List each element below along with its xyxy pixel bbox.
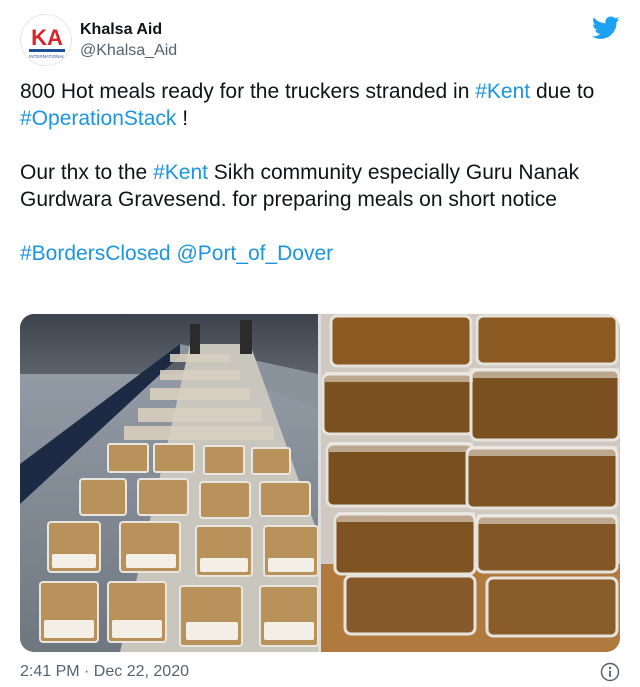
mention-port-of-dover[interactable]: @Port_of_Dover	[176, 242, 333, 265]
hashtag-bordersclosed[interactable]: #BordersClosed	[20, 242, 171, 265]
avatar[interactable]: KA INTERNATIONAL	[20, 14, 72, 66]
tweet-paragraph-2: Our thx to the #Kent Sikh community espe…	[20, 159, 620, 213]
handle[interactable]: @Khalsa_Aid	[80, 40, 177, 62]
text-segment: !	[176, 107, 189, 130]
tweet-header: KA INTERNATIONAL Khalsa Aid @Khalsa_Aid	[20, 14, 620, 66]
timestamp[interactable]: 2:41 PM · Dec 22, 2020	[20, 663, 189, 680]
hashtag-kent[interactable]: #Kent	[153, 161, 208, 184]
photo-stacked-containers[interactable]	[321, 314, 620, 652]
tweet-media	[20, 314, 620, 652]
author-names: Khalsa Aid @Khalsa_Aid	[80, 20, 177, 62]
khalsa-aid-logo: KA INTERNATIONAL	[21, 15, 71, 65]
avatar-letter-k: KA	[31, 25, 63, 50]
avatar-subtext: INTERNATIONAL	[29, 54, 65, 59]
tweet-paragraph-3: #BordersClosed @Port_of_Dover	[20, 240, 620, 267]
hashtag-kent[interactable]: #Kent	[475, 80, 530, 103]
display-name[interactable]: Khalsa Aid	[80, 20, 177, 40]
text-segment: Our thx to the	[20, 161, 154, 184]
tweet-footer: 2:41 PM · Dec 22, 2020	[20, 661, 620, 683]
tweet-text: 800 Hot meals ready for the truckers str…	[20, 78, 620, 267]
twitter-bird-icon[interactable]	[592, 16, 620, 40]
tweet-card: KA INTERNATIONAL Khalsa Aid @Khalsa_Aid …	[0, 0, 640, 687]
photo-meal-rows[interactable]	[20, 314, 318, 652]
text-segment: 800 Hot meals ready for the truckers str…	[20, 80, 476, 103]
info-icon[interactable]	[600, 662, 620, 682]
tweet-paragraph-1: 800 Hot meals ready for the truckers str…	[20, 78, 620, 132]
hashtag-operationstack[interactable]: #OperationStack	[20, 107, 176, 130]
text-segment: due to	[530, 80, 595, 103]
